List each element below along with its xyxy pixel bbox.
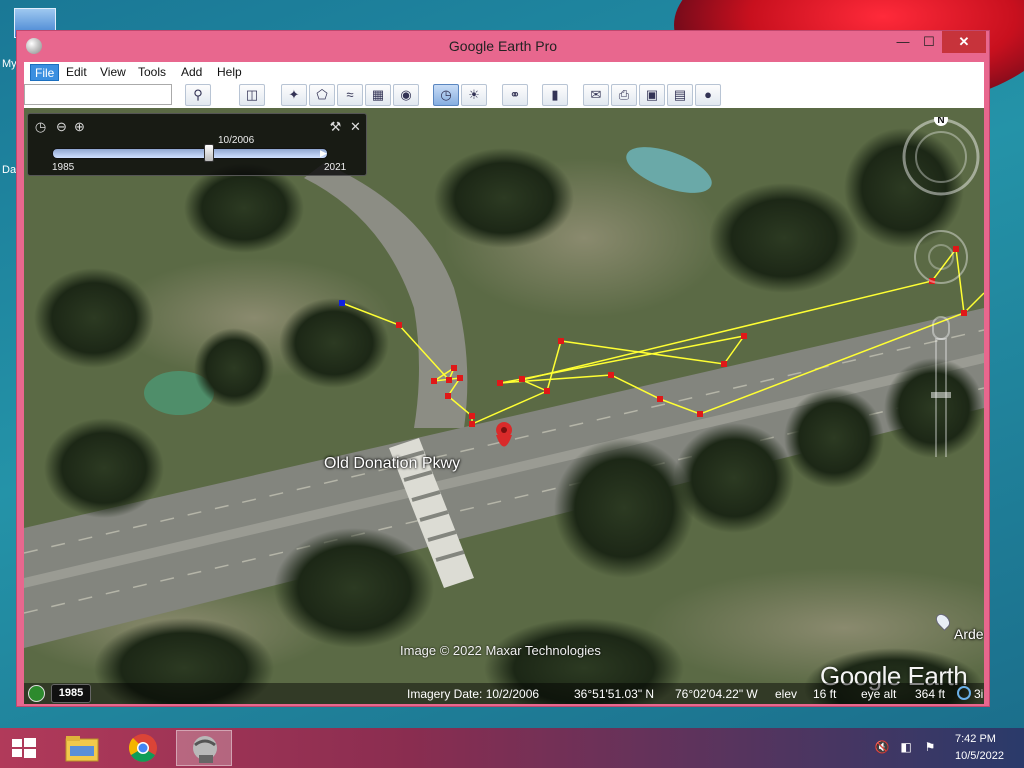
status-bar: 1985 Imagery Date: 10/2/2006 36°51'51.03… — [24, 683, 984, 704]
start-button[interactable] — [0, 730, 48, 766]
add-overlay-icon[interactable]: ▦ — [365, 84, 391, 106]
measure-path[interactable] — [24, 108, 984, 704]
menu-view[interactable]: View — [96, 64, 130, 81]
latitude-readout: 36°51'51.03" N — [574, 687, 655, 701]
imagery-copyright: Image © 2022 Maxar Technologies — [400, 643, 601, 658]
historical-imagery-globe-icon[interactable] — [28, 685, 45, 702]
earth-gallery-icon[interactable]: ● — [695, 84, 721, 106]
north-indicator: N — [937, 117, 944, 126]
network-icon[interactable]: ◧ — [898, 740, 914, 756]
ruler-icon[interactable]: ▮ — [542, 84, 568, 106]
imagery-date: Imagery Date: 10/2/2006 — [407, 687, 540, 701]
title-bar[interactable]: Google Earth Pro — ☐ ✕ — [17, 31, 989, 61]
historical-imagery-icon[interactable]: ◷ — [433, 84, 459, 106]
maximize-button[interactable]: ☐ — [916, 31, 942, 53]
place-label[interactable]: Old Donation Pkwy — [324, 455, 460, 473]
eye-altitude-value: 364 ft — [915, 687, 946, 701]
menu-tools[interactable]: Tools — [134, 64, 170, 81]
longitude-readout: 76°02'04.22" W — [675, 687, 758, 701]
google-earth-pro-icon[interactable] — [176, 730, 232, 766]
window-title: Google Earth Pro — [448, 38, 558, 54]
menu-add[interactable]: Add — [177, 64, 206, 81]
search-icon[interactable]: ⚲ — [185, 84, 211, 106]
email-icon[interactable]: ✉ — [583, 84, 609, 106]
file-explorer-icon[interactable] — [54, 730, 110, 766]
step-forward-icon[interactable]: ▶ — [320, 148, 327, 159]
clock-time[interactable]: 7:42 PM — [955, 733, 996, 745]
slider-start-year: 1985 — [52, 162, 75, 173]
chrome-icon[interactable] — [115, 730, 171, 766]
menu-file[interactable]: File — [30, 64, 60, 81]
speaker-muted-icon[interactable]: 🔇 — [874, 740, 890, 756]
clock-date[interactable]: 10/5/2022 — [955, 750, 1004, 762]
sunlight-icon[interactable]: ☀ — [461, 84, 487, 106]
print-icon[interactable]: ⎙ — [611, 84, 637, 106]
toolbar: ⚲ ◫ ✦ ⬠ ≈ ▦ ◉ ◷ ☀ ⚭ ▮ ✉ ⎙ ▣ ▤ ● — [24, 82, 984, 108]
view-in-maps-icon[interactable]: ▤ — [667, 84, 693, 106]
zoom-out-icon[interactable]: ⊖ — [54, 119, 69, 134]
search-input[interactable] — [24, 84, 172, 105]
slider-end-year: 2021 — [324, 162, 347, 173]
menu-help[interactable]: Help — [213, 64, 246, 81]
place-label-partial[interactable]: Arde — [954, 626, 984, 642]
settings-wrench-icon[interactable]: ⚒ — [328, 119, 343, 134]
year-badge[interactable]: 1985 — [51, 684, 91, 703]
add-placemark-icon[interactable]: ✦ — [281, 84, 307, 106]
time-slider[interactable] — [52, 148, 328, 159]
google-earth-window: Google Earth Pro — ☐ ✕ File Edit View To… — [16, 30, 990, 707]
elevation-label: elev — [775, 687, 798, 701]
clock-icon[interactable]: ◷ — [33, 119, 48, 134]
switch-planet-icon[interactable]: ⚭ — [502, 84, 528, 106]
windows-logo-icon — [12, 738, 36, 758]
menu-bar: File Edit View Tools Add Help — [24, 62, 984, 82]
navigation-controls[interactable]: N — [901, 117, 981, 457]
sidebar-toggle-icon[interactable]: ◫ — [239, 84, 265, 106]
taskbar: 🔇 ◧ ⚑ 7:42 PM 10/5/2022 — [0, 728, 1024, 768]
menu-edit[interactable]: Edit — [62, 64, 91, 81]
save-image-icon[interactable]: ▣ — [639, 84, 665, 106]
record-tour-icon[interactable]: ◉ — [393, 84, 419, 106]
time-slider-thumb[interactable] — [204, 144, 215, 162]
streaming-percent: 3in — [974, 687, 984, 701]
zoom-in-icon[interactable]: ⊕ — [72, 119, 87, 134]
add-polygon-icon[interactable]: ⬠ — [309, 84, 335, 106]
close-button[interactable]: ✕ — [942, 31, 986, 53]
map-view[interactable]: ◷ ⊖ ⊕ ⚒ ✕ 10/2006 ◀ ▶ 1985 2021 N Old Do… — [24, 108, 984, 704]
historical-imagery-panel: ◷ ⊖ ⊕ ⚒ ✕ 10/2006 ◀ ▶ 1985 2021 — [27, 113, 367, 176]
desktop-label-da: Da — [2, 164, 17, 176]
eye-altitude-label: eye alt — [861, 687, 897, 701]
current-date-label: 10/2006 — [218, 135, 255, 146]
add-path-icon[interactable]: ≈ — [337, 84, 363, 106]
elevation-value: 16 ft — [813, 687, 837, 701]
action-center-icon[interactable]: ⚑ — [922, 740, 938, 756]
streaming-indicator-icon — [957, 686, 971, 700]
close-panel-icon[interactable]: ✕ — [348, 119, 363, 134]
desktop-label-my: My — [2, 58, 17, 70]
minimize-button[interactable]: — — [890, 31, 916, 53]
